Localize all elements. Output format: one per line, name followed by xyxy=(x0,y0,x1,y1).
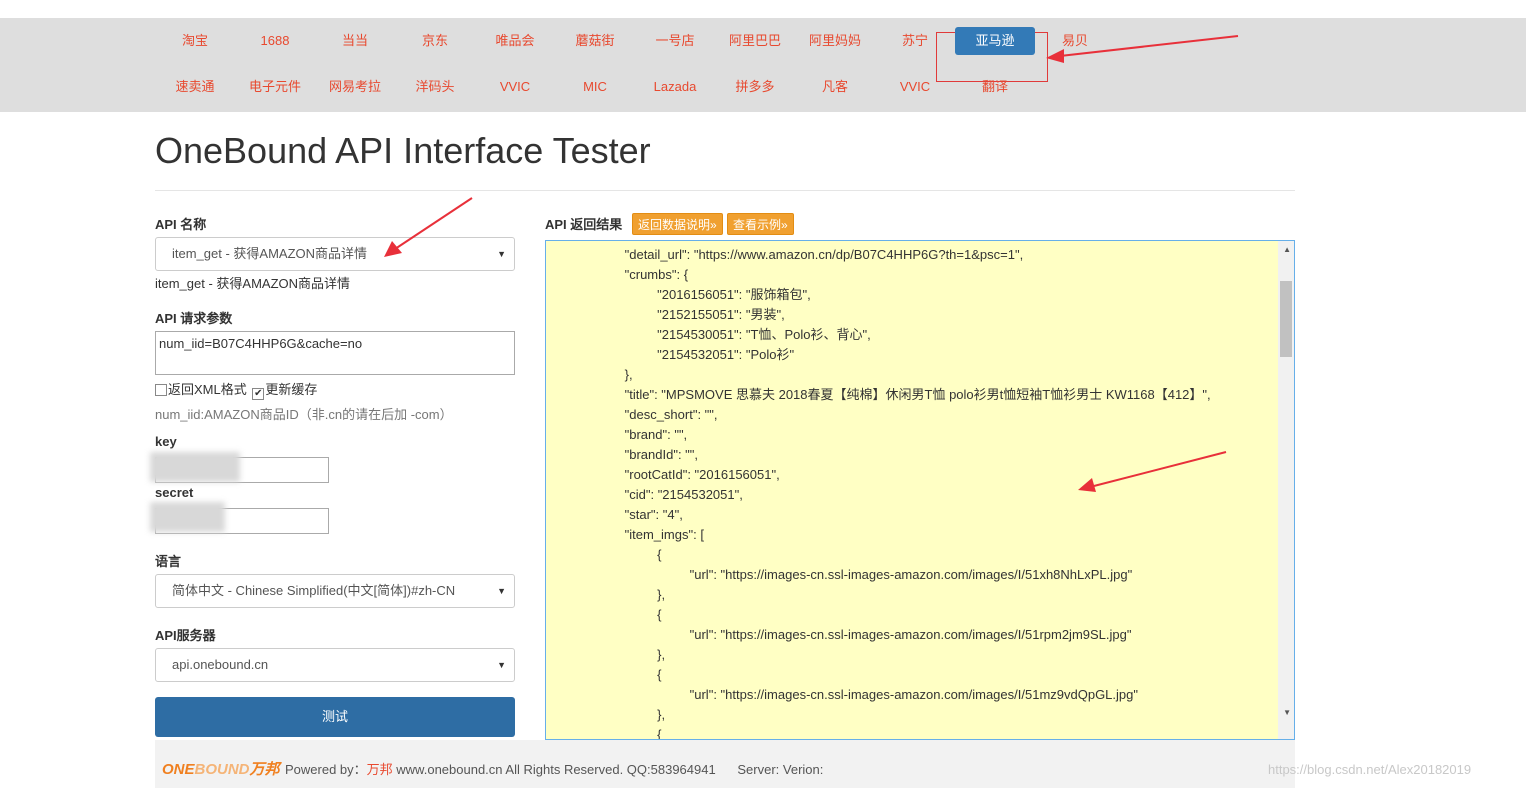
logo-cn: 万邦 xyxy=(249,761,280,778)
params-hint: num_iid:AMAZON商品ID（非.cn的请在后加 -com） xyxy=(155,407,453,422)
divider xyxy=(155,190,1295,191)
server-select[interactable]: api.onebound.cn ▼ xyxy=(155,648,515,682)
api-name-desc: item_get - 获得AMAZON商品详情 xyxy=(155,276,351,291)
lang-select[interactable]: 简体中文 - Chinese Simplified(中文[简体])#zh-CN … xyxy=(155,574,515,608)
nav-item[interactable]: 唯品会 xyxy=(475,32,555,50)
nav-item[interactable]: 1688 xyxy=(235,32,315,50)
annotation-arrow-left xyxy=(384,197,473,257)
nav-item[interactable]: VVIC xyxy=(875,78,955,96)
nav-item[interactable]: 洋码头 xyxy=(395,78,475,96)
nav-item[interactable]: VVIC xyxy=(475,78,555,96)
nav-item[interactable]: Lazada xyxy=(635,78,715,96)
api-name-label: API 名称 xyxy=(155,217,207,232)
chevron-down-icon: ▼ xyxy=(497,660,506,670)
xml-checkbox[interactable] xyxy=(155,384,167,396)
scroll-up-icon[interactable]: ▲ xyxy=(1283,245,1291,254)
cache-checkbox[interactable]: ✔ xyxy=(252,388,265,400)
nav-item[interactable]: 速卖通 xyxy=(155,78,235,96)
nav-item[interactable]: 蘑菇街 xyxy=(555,32,635,50)
nav-item[interactable]: 凡客 xyxy=(795,78,875,96)
top-strip xyxy=(0,0,1526,18)
powered-by: Powered by： xyxy=(285,762,367,777)
server-value: api.onebound.cn xyxy=(172,657,269,672)
nav-item[interactable]: 翻译 xyxy=(955,78,1035,96)
result-label: API 返回结果 xyxy=(545,217,623,232)
watermark: https://blog.csdn.net/Alex20182019 xyxy=(1268,762,1472,777)
lang-label: 语言 xyxy=(155,554,182,569)
scroll-thumb[interactable] xyxy=(1280,281,1292,357)
platform-nav: 淘宝 1688 当当 京东 唯品会 蘑菇街 一号店 阿里巴巴 阿里妈妈 苏宁 亚马逊 易贝 速卖通 电子元… xyxy=(0,18,1526,112)
logo-text: ONE xyxy=(162,761,195,778)
nav-item[interactable]: 拼多多 xyxy=(715,78,795,96)
nav-item[interactable]: 京东 xyxy=(395,32,475,50)
test-button[interactable]: 测试 xyxy=(155,697,515,737)
nav-item[interactable]: 网易考拉 xyxy=(315,78,395,96)
onebound-logo: ONEBOUND万邦 xyxy=(162,758,280,779)
nav-item[interactable]: 当当 xyxy=(315,32,395,50)
logo-text-2: BOUND xyxy=(194,761,250,778)
nav-item[interactable]: 阿里妈妈 xyxy=(795,32,875,50)
footer-rest: www.onebound.cn All Rights Reserved. QQ:… xyxy=(392,762,824,777)
chevron-down-icon: ▼ xyxy=(497,586,506,596)
server-label: API服务器 xyxy=(155,628,216,643)
lang-value: 简体中文 - Chinese Simplified(中文[简体])#zh-CN xyxy=(172,583,456,598)
cache-label: 更新缓存 xyxy=(265,382,318,397)
annotation-arrow-result xyxy=(1078,451,1227,492)
key-label: key xyxy=(155,434,177,449)
nav-item[interactable]: 一号店 xyxy=(635,32,715,50)
footer: ONEBOUND万邦 Powered by：万邦 www.onebound.cn… xyxy=(155,740,1295,788)
nav-item[interactable]: 亚马逊 xyxy=(955,27,1035,55)
nav-item[interactable]: MIC xyxy=(555,78,635,96)
scroll-down-icon[interactable]: ▼ xyxy=(1283,708,1291,717)
doc-button[interactable]: 返回数据说明» xyxy=(632,213,723,235)
params-textarea[interactable]: num_iid=B07C4HHP6G&cache=no xyxy=(155,331,515,375)
page-title: OneBound API Interface Tester xyxy=(155,130,651,171)
params-value: num_iid=B07C4HHP6G&cache=no xyxy=(159,336,363,351)
footer-brand-link[interactable]: 万邦 xyxy=(367,762,393,777)
footer-text: Powered by：万邦 www.onebound.cn All Rights… xyxy=(285,759,823,778)
nav-item[interactable]: 苏宁 xyxy=(875,32,955,50)
annotation-arrow-nav xyxy=(1046,35,1239,63)
secret-label: secret xyxy=(155,485,194,500)
scrollbar[interactable]: ▲ ▼ xyxy=(1278,241,1294,739)
nav-item[interactable]: 淘宝 xyxy=(155,32,235,50)
nav-item[interactable]: 电子元件 xyxy=(235,78,315,96)
chevron-down-icon: ▼ xyxy=(497,249,506,259)
redacted-secret xyxy=(150,502,225,532)
api-name-value: item_get - 获得AMAZON商品详情 xyxy=(172,246,368,261)
params-label: API 请求参数 xyxy=(155,311,233,326)
example-button[interactable]: 查看示例» xyxy=(727,213,794,235)
options-row: 返回XML格式 ✔ 更新缓存 xyxy=(155,379,317,400)
xml-label: 返回XML格式 xyxy=(168,382,247,397)
nav-item[interactable]: 阿里巴巴 xyxy=(715,32,795,50)
redacted-key xyxy=(150,452,240,482)
